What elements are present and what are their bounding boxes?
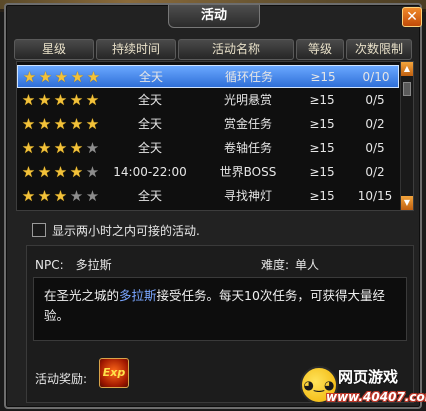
star-filled-icon: ★ xyxy=(69,91,84,109)
row-count: 0/5 xyxy=(365,141,385,155)
description-text: 在圣光之城的多拉斯接受任务。每天10次任务，可获得大量经验。 xyxy=(44,286,394,326)
row-activity-name: 循环任务 xyxy=(224,70,273,84)
star-filled-icon: ★ xyxy=(37,115,52,133)
row-activity-name: 世界BOSS xyxy=(219,165,277,179)
close-button[interactable]: ✕ xyxy=(402,7,422,27)
description-box: 在圣光之城的多拉斯接受任务。每天10次任务，可获得大量经验。 xyxy=(33,277,407,341)
row-duration: 14:00-22:00 xyxy=(113,165,187,179)
difficulty-line: 难度: 单人 xyxy=(261,256,319,273)
row-duration: 全天 xyxy=(138,70,163,84)
row-level: ≥15 xyxy=(309,165,335,179)
star-rating: ★ ★ ★ ★ ★ xyxy=(21,93,101,108)
star-filled-icon: ★ xyxy=(37,163,52,181)
difficulty-label: 难度: xyxy=(261,258,290,272)
two-hour-filter-checkbox[interactable] xyxy=(32,223,46,237)
star-filled-icon: ★ xyxy=(69,115,84,133)
row-level: ≥15 xyxy=(310,70,336,84)
column-duration[interactable]: 持续时间 xyxy=(96,39,176,60)
reward-label: 活动奖励: xyxy=(35,372,88,386)
star-filled-icon: ★ xyxy=(69,163,84,181)
column-header: 星级 持续时间 活动名称 等级 次数限制 xyxy=(14,39,412,60)
star-filled-icon: ★ xyxy=(21,91,36,109)
row-count: 10/15 xyxy=(357,189,393,203)
star-filled-icon: ★ xyxy=(53,163,68,181)
scroll-down-button[interactable]: ▼ xyxy=(401,196,413,210)
column-count-limit[interactable]: 次数限制 xyxy=(346,39,412,60)
list-scrollbar[interactable]: ▲ ▼ xyxy=(400,62,413,210)
row-level: ≥15 xyxy=(309,189,335,203)
star-filled-icon: ★ xyxy=(70,68,85,86)
description-prefix: 在圣光之城的 xyxy=(44,288,120,303)
row-activity-name: 卷轴任务 xyxy=(223,141,272,155)
arrow-up-icon: ▲ xyxy=(403,64,411,73)
activity-row[interactable]: ★ ★ ★ ★ ★ 全天 赏金任务 ≥15 0/2 xyxy=(17,113,399,136)
scroll-thumb[interactable] xyxy=(403,82,411,96)
row-level: ≥15 xyxy=(309,117,335,131)
row-level: ≥15 xyxy=(309,93,335,107)
row-level: ≥15 xyxy=(309,141,335,155)
star-rating: ★ ★ ★ ★ ★ xyxy=(22,70,102,85)
star-rating: ★ ★ ★ ★ ★ xyxy=(21,189,101,204)
star-filled-icon: ★ xyxy=(53,139,68,157)
column-level[interactable]: 等级 xyxy=(296,39,344,60)
star-filled-icon: ★ xyxy=(37,139,52,157)
row-duration: 全天 xyxy=(137,117,162,131)
row-activity-name: 寻找神灯 xyxy=(223,189,272,203)
star-filled-icon: ★ xyxy=(53,91,68,109)
row-duration: 全天 xyxy=(137,93,162,107)
window-title: 活动 xyxy=(168,5,260,28)
row-duration: 全天 xyxy=(137,141,162,155)
star-filled-icon: ★ xyxy=(21,139,36,157)
star-filled-icon: ★ xyxy=(69,139,84,157)
npc-line: NPC: 多拉斯 xyxy=(35,256,112,273)
row-duration: 全天 xyxy=(137,189,162,203)
difficulty-value: 单人 xyxy=(295,258,320,272)
activity-window: 活动 ✕ 星级 持续时间 活动名称 等级 次数限制 ★ ★ ★ ★ ★ 全天 循环任务 ≥15… xyxy=(4,3,422,409)
row-count: 0/2 xyxy=(365,117,385,131)
star-filled-icon: ★ xyxy=(21,187,36,205)
star-filled-icon: ★ xyxy=(53,187,68,205)
npc-link[interactable]: 多拉斯 xyxy=(119,288,157,303)
watermark-title: 网页游戏 xyxy=(338,368,399,386)
row-count: 0/5 xyxy=(365,93,385,107)
activity-row[interactable]: ★ ★ ★ ★ ★ 全天 光明悬赏 ≥15 0/5 xyxy=(17,89,399,112)
star-filled-icon: ★ xyxy=(54,68,69,86)
star-filled-icon: ★ xyxy=(38,68,53,86)
row-activity-name: 光明悬赏 xyxy=(223,93,272,107)
star-rating: ★ ★ ★ ★ ★ xyxy=(21,117,101,132)
arrow-down-icon: ▼ xyxy=(403,198,411,207)
npc-value: 多拉斯 xyxy=(75,258,112,272)
activity-row[interactable]: ★ ★ ★ ★ ★ 全天 寻找神灯 ≥15 10/15 xyxy=(17,185,399,208)
column-activity-name[interactable]: 活动名称 xyxy=(178,39,294,60)
npc-label: NPC: xyxy=(35,258,64,272)
star-filled-icon: ★ xyxy=(21,115,36,133)
close-icon: ✕ xyxy=(406,9,418,25)
two-hour-filter-label: 显示两小时之内可接的活动. xyxy=(52,224,200,238)
activity-row[interactable]: ★ ★ ★ ★ ★ 全天 循环任务 ≥15 0/10 xyxy=(17,65,399,88)
star-rating: ★ ★ ★ ★ ★ xyxy=(21,165,101,180)
activity-row[interactable]: ★ ★ ★ ★ ★ 14:00-22:00 世界BOSS ≥15 0/2 xyxy=(17,161,399,184)
star-filled-icon: ★ xyxy=(37,187,52,205)
star-filled-icon: ★ xyxy=(37,91,52,109)
exp-reward-icon[interactable]: Exp xyxy=(99,358,129,388)
row-activity-name: 赏金任务 xyxy=(223,117,272,131)
star-filled-icon: ★ xyxy=(53,115,68,133)
row-count: 0/2 xyxy=(365,165,385,179)
star-filled-icon: ★ xyxy=(22,68,37,86)
scroll-up-button[interactable]: ▲ xyxy=(401,62,413,76)
row-count: 0/10 xyxy=(362,70,390,84)
star-empty-icon: ★ xyxy=(69,187,84,205)
watermark-url: www.40407.com xyxy=(326,390,426,404)
star-filled-icon: ★ xyxy=(21,163,36,181)
activity-row[interactable]: ★ ★ ★ ★ ★ 全天 卷轴任务 ≥15 0/5 xyxy=(17,137,399,160)
title-bar: 活动 ✕ xyxy=(6,5,422,28)
star-rating: ★ ★ ★ ★ ★ xyxy=(21,141,101,156)
site-watermark: ◕‿◕ 网页游戏 www.40407.com xyxy=(300,364,426,410)
activity-list: ★ ★ ★ ★ ★ 全天 循环任务 ≥15 0/10 ★ ★ ★ ★ ★ 全天 光明悬赏 ≥15 0/5 ★ ★ ★ ★ ★… xyxy=(16,61,414,211)
column-stars[interactable]: 星级 xyxy=(14,39,94,60)
